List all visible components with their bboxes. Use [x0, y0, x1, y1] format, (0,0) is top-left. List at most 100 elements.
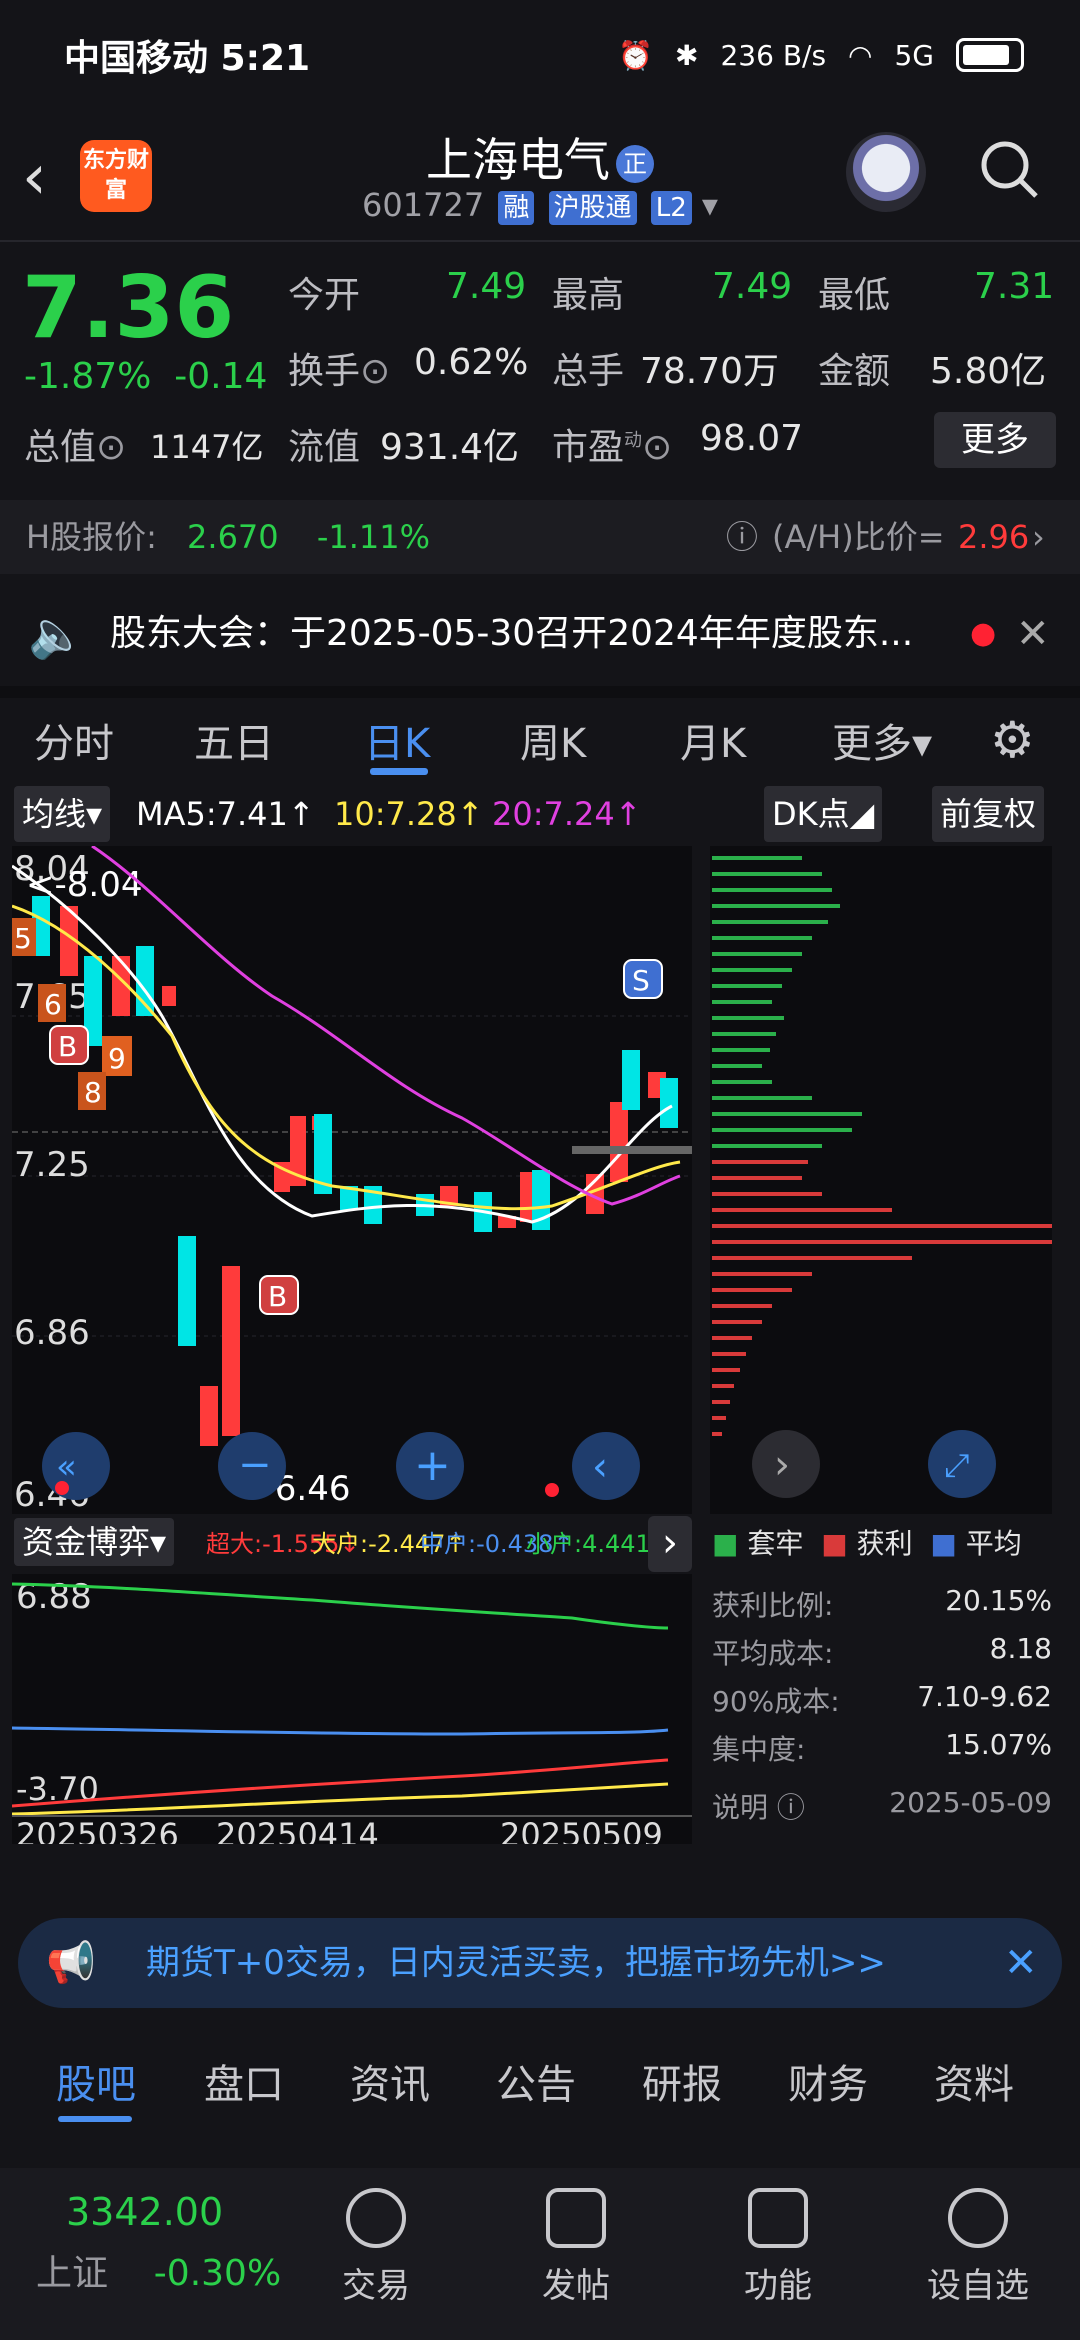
signal-marker: 9 [108, 1042, 126, 1075]
h-share-price: 2.670 [187, 518, 279, 556]
tab-intraday[interactable]: 分时 [34, 711, 114, 769]
yen-icon [346, 2188, 406, 2248]
robot-avatar[interactable] [846, 132, 926, 212]
chip-legend: ■ 套牢 ■ 获利 ■ 平均 [712, 1522, 1022, 1562]
index-name: 上证 [36, 2253, 109, 2294]
tab-monthly-k[interactable]: 月K [680, 711, 746, 769]
minus-icon: − [238, 1442, 272, 1488]
x-date-label: 20250414 [216, 1816, 379, 1844]
chevron-right-icon: › [662, 1520, 678, 1566]
status-bar: 中国移动 5:21 ⏰ ✱ 236 B/s ◠ 5G [0, 0, 1080, 110]
close-icon[interactable]: ✕ [1016, 584, 1050, 684]
dk-point-select[interactable]: DK点◢ [764, 786, 883, 842]
value-pe: 98.07 [700, 418, 804, 459]
promo-banner[interactable]: 📢 期货T+0交易，日内灵活买卖，把握市场先机>> ✕ [18, 1918, 1062, 2008]
chevron-down-icon[interactable]: ▾ [702, 186, 718, 224]
ma5-value: MA5:7.41↑ [136, 795, 315, 833]
value-high: 7.49 [712, 266, 793, 307]
value-open: 7.49 [446, 266, 527, 307]
tab-pankou[interactable]: 盘口 [204, 2052, 284, 2110]
legend-profit: 获利 [856, 1527, 913, 1560]
value-volume: 78.70万 [640, 351, 780, 392]
carrier-time: 中国移动 5:21 [64, 38, 311, 79]
more-dots-icon [948, 2188, 1008, 2248]
h-share-label: H股报价: [26, 518, 157, 556]
price-change: -1.87% -0.14 [24, 356, 268, 397]
notice-bar[interactable]: 🔈 股东大会：于2025-05-30召开2024年年度股东... ● ✕ [0, 584, 1080, 684]
chip-footer: 说明 ⓘ 2025-05-09 [712, 1786, 1052, 1826]
search-icon[interactable] [978, 138, 1040, 200]
label-total-cap: 总值 [24, 427, 97, 468]
value-total-cap: 1147亿 [150, 428, 264, 466]
tab-announcement[interactable]: 公告 [496, 2052, 576, 2110]
label-high: 最高 [552, 275, 625, 316]
nav-post[interactable]: 发帖 [486, 2168, 666, 2340]
more-button[interactable]: 更多 [934, 412, 1056, 468]
alarm-icon: ⏰ [618, 38, 653, 72]
legend-swatch-profit: ■ [821, 1527, 848, 1560]
content-tab-indicator [58, 2116, 132, 2122]
verified-badge: 正 [616, 144, 654, 183]
chip-stat: 90%成本: 7.10-9.62 [712, 1680, 1052, 1718]
net-speed: 236 B/s [720, 38, 827, 72]
bluetooth-icon: ✱ [675, 38, 699, 72]
fund-indicator-select[interactable]: 资金博弈▾ [14, 1518, 175, 1566]
tab-news[interactable]: 资讯 [350, 2052, 430, 2110]
info-icon[interactable]: ⊙ [360, 351, 390, 392]
info-icon[interactable]: ⓘ [777, 1791, 805, 1824]
label-amount: 金额 [818, 351, 891, 392]
period-tabs: 分时 五日 日K 周K 月K 更多▾ ⚙ [0, 690, 1080, 790]
x-date-label: 20250509 [500, 1816, 663, 1844]
tab-daily-k[interactable]: 日K [364, 711, 430, 769]
buy-marker: B [268, 1280, 287, 1313]
chip-distribution-chart[interactable]: › ⤢ [710, 846, 1052, 1514]
nav-functions[interactable]: 功能 [688, 2168, 868, 2340]
gear-icon[interactable]: ⚙ [990, 711, 1035, 769]
tab-profile[interactable]: 资料 [934, 2052, 1014, 2110]
tab-indicator [370, 768, 428, 775]
wifi-icon: ◠ [848, 38, 873, 72]
chip-note[interactable]: 说明 [712, 1791, 768, 1824]
fund-next-button[interactable]: › [648, 1516, 692, 1572]
index-value: 3342.00 [66, 2190, 224, 2234]
chip-stat: 获利比例: 20.15% [712, 1584, 1052, 1622]
stock-header: ‹ 东方财富 上海电气正 601727 融 沪股通 L2 ▾ [0, 112, 1080, 242]
y-label: 6.86 [14, 1313, 90, 1353]
info-icon[interactable]: ⊙ [96, 427, 126, 468]
tab-guba[interactable]: 股吧 [56, 2052, 136, 2110]
edit-icon [546, 2188, 606, 2248]
h-share-row[interactable]: H股报价: 2.670 -1.11% ⓘ (A/H)比价= 2.96 › [0, 500, 1080, 574]
nav-trade[interactable]: 交易 [286, 2168, 466, 2340]
chevron-right-icon[interactable]: › [1032, 500, 1045, 574]
notice-text: 股东大会：于2025-05-30召开2024年年度股东... [110, 613, 914, 654]
label-turnover: 换手 [288, 351, 361, 392]
tab-research[interactable]: 研报 [642, 2052, 722, 2110]
tab-5day[interactable]: 五日 [194, 711, 274, 769]
legend-swatch-trapped: ■ [712, 1527, 739, 1560]
chevron-right-icon: › [774, 1442, 790, 1488]
bottom-bar: 3342.00 上证 -0.30% 交易 发帖 功能 设自选 [0, 2168, 1080, 2340]
battery-icon [956, 38, 1024, 72]
legend-trapped: 套牢 [747, 1527, 804, 1560]
stock-code: 601727 [362, 186, 485, 224]
signal-marker: 6 [44, 988, 62, 1021]
info-icon[interactable]: ⊙ [642, 427, 672, 468]
tab-more[interactable]: 更多▾ [832, 711, 932, 769]
value-low: 7.31 [974, 266, 1055, 307]
close-icon[interactable]: ✕ [1004, 1918, 1038, 2008]
index-widget[interactable]: 3342.00 上证 -0.30% [36, 2190, 281, 2296]
kline-chart[interactable]: 8.04 7.65 7.25 6.86 6.46 <-8.04 <-6.46 [12, 846, 692, 1514]
fund-flow-chart[interactable]: 6.88 -3.70 20250326 20250414 20250509 [12, 1574, 692, 1844]
tab-finance[interactable]: 财务 [788, 2052, 868, 2110]
tag-margin: 融 [498, 191, 535, 225]
legend-swatch-average: ■ [930, 1527, 957, 1560]
pe-mark: 动 [624, 430, 643, 451]
value-amount: 5.80亿 [930, 351, 1047, 392]
label-pe: 市盈 [552, 427, 625, 468]
h-share-change: -1.11% [316, 518, 431, 556]
help-icon[interactable]: ⓘ [726, 500, 758, 574]
tab-weekly-k[interactable]: 周K [520, 711, 586, 769]
adjust-select[interactable]: 前复权 [932, 786, 1045, 842]
nav-add-watchlist[interactable]: 设自选 [888, 2168, 1068, 2340]
ma-select[interactable]: 均线▾ [14, 786, 111, 842]
